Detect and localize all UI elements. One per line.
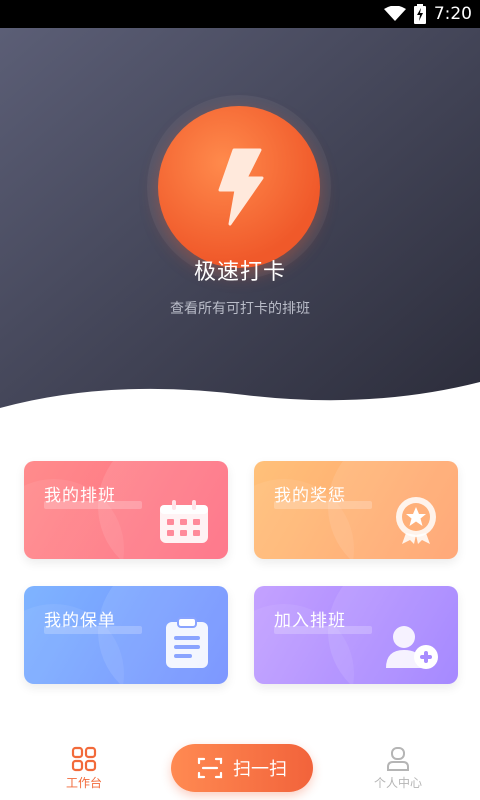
tab-label: 个人中心	[373, 776, 422, 790]
hero-subtitle: 查看所有可打卡的排班	[170, 301, 310, 317]
scan-button[interactable]: 扫一扫	[171, 744, 313, 792]
calendar-icon	[160, 500, 208, 543]
my-policy-card[interactable]: 我的保单	[24, 586, 228, 684]
my-reward-card[interactable]: 我的奖惩	[254, 461, 458, 559]
my-schedule-card[interactable]: 我的排班	[24, 461, 228, 559]
tab-label: 工作台	[65, 776, 102, 790]
battery-charging-icon	[413, 4, 426, 24]
scan-icon	[197, 757, 223, 779]
scan-label: 扫一扫	[233, 759, 287, 780]
quick-checkin-circle[interactable]	[158, 106, 320, 268]
tab-profile[interactable]: 个人中心	[358, 746, 438, 791]
join-schedule-card[interactable]: 加入排班	[254, 586, 458, 684]
card-label: 我的排班	[44, 486, 116, 506]
hero-section: 极速打卡 查看所有可打卡的排班	[0, 0, 480, 420]
quick-checkin-button[interactable]	[147, 95, 331, 279]
card-label: 加入排班	[274, 611, 346, 631]
grid-icon	[71, 746, 97, 772]
hero-title: 极速打卡	[193, 260, 286, 285]
status-bar: 7:20	[0, 0, 480, 28]
card-label: 我的奖惩	[274, 486, 346, 506]
clipboard-icon	[166, 617, 208, 668]
lightning-bolt-icon	[218, 148, 264, 226]
wifi-icon	[383, 6, 406, 21]
status-time: 7:20	[433, 4, 472, 24]
user-add-icon	[386, 626, 438, 669]
user-icon	[387, 747, 409, 771]
card-label: 我的保单	[44, 611, 116, 631]
medal-icon	[396, 497, 436, 544]
tab-workbench[interactable]: 工作台	[44, 746, 124, 791]
